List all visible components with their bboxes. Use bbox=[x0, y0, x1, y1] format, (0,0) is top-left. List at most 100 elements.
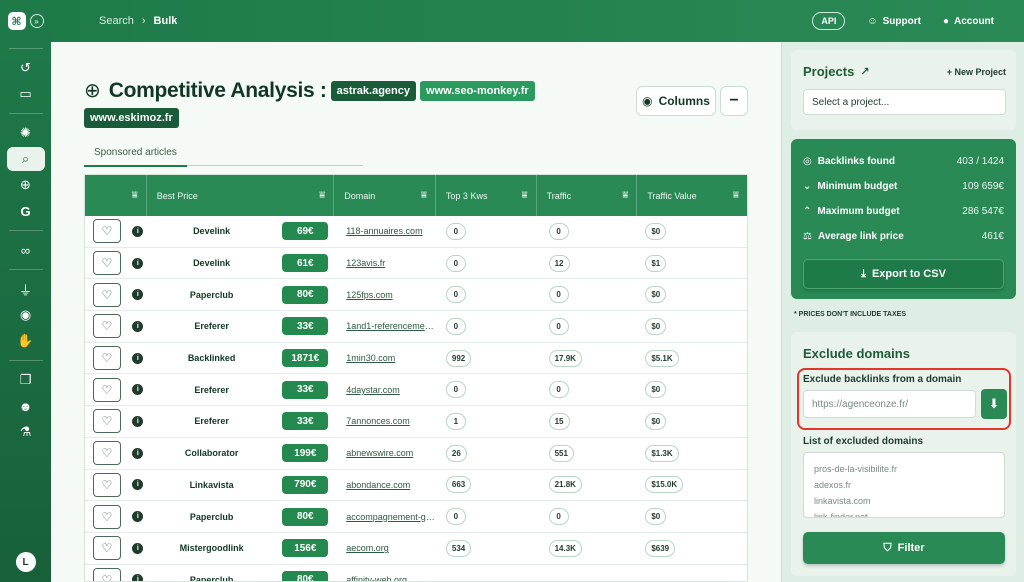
crosshair-icon[interactable]: ⊕ bbox=[7, 173, 45, 197]
heart-icon[interactable]: ♡ bbox=[92, 219, 121, 244]
info-icon[interactable]: i bbox=[132, 289, 144, 301]
info-cell: i bbox=[129, 289, 147, 301]
filter-icon[interactable]: ⩸ bbox=[132, 190, 138, 201]
copy-icon[interactable]: ❐ bbox=[7, 368, 45, 392]
heart-icon[interactable]: ♡ bbox=[92, 567, 121, 581]
new-project-button[interactable]: + New Project bbox=[947, 67, 1006, 77]
filter-icon[interactable]: ⩸ bbox=[733, 190, 739, 201]
plug-icon[interactable]: ⏚ bbox=[7, 277, 45, 301]
settings-icon[interactable]: ✺ bbox=[7, 121, 45, 145]
tab-sponsored-articles[interactable]: Sponsored articles bbox=[84, 142, 187, 167]
external-link-icon[interactable]: ↗ bbox=[860, 65, 869, 78]
domain-link[interactable]: 118-annuaires.com bbox=[334, 226, 436, 236]
domain-link[interactable]: 7annonces.com bbox=[334, 416, 436, 426]
domain-link[interactable]: 4daystar.com bbox=[334, 385, 436, 395]
breadcrumb-search[interactable]: Search bbox=[99, 15, 134, 27]
columns-button[interactable]: ◉ Columns bbox=[636, 86, 716, 116]
search-circle-icon: ◎ bbox=[803, 156, 812, 167]
domain-link[interactable]: abnewswire.com bbox=[334, 448, 436, 458]
stat-value: 461€ bbox=[981, 231, 1004, 242]
team-icon[interactable]: ☻ bbox=[7, 394, 45, 418]
price-badge[interactable]: 61€ bbox=[282, 254, 329, 273]
price-badge[interactable]: 69€ bbox=[282, 222, 329, 241]
price-badge[interactable]: 80€ bbox=[282, 507, 329, 526]
price-badge[interactable]: 1871€ bbox=[282, 349, 329, 368]
binoculars-icon[interactable]: ∞ bbox=[7, 238, 45, 262]
heart-icon[interactable]: ♡ bbox=[92, 472, 121, 497]
logo-icon[interactable]: ⌘ bbox=[7, 12, 26, 30]
heart-icon[interactable]: ♡ bbox=[92, 346, 121, 371]
folder-icon[interactable]: ▭ bbox=[7, 82, 45, 106]
traffic-value-pill: $0 bbox=[645, 381, 667, 399]
competitor-chip-1[interactable]: astrak.agency bbox=[330, 80, 417, 101]
price-badge[interactable]: 199€ bbox=[282, 444, 329, 463]
heart-icon[interactable]: ♡ bbox=[92, 504, 121, 529]
exclude-domain-input[interactable]: https://agenceonze.fr/ bbox=[803, 390, 976, 418]
history-icon[interactable]: ↺ bbox=[7, 56, 45, 80]
filter-button[interactable]: ⛉ Filter bbox=[803, 532, 1005, 564]
google-icon[interactable]: G bbox=[7, 199, 45, 223]
expand-sidebar-icon[interactable]: » bbox=[29, 14, 44, 28]
api-button[interactable]: API bbox=[812, 12, 846, 30]
price-badge[interactable]: 156€ bbox=[282, 539, 329, 558]
info-icon[interactable]: i bbox=[132, 447, 144, 459]
info-icon[interactable]: i bbox=[132, 415, 144, 427]
info-icon[interactable]: i bbox=[132, 574, 144, 581]
heart-icon[interactable]: ♡ bbox=[92, 251, 121, 276]
project-select[interactable]: Select a project... bbox=[803, 89, 1006, 115]
price-cell: 1871€ bbox=[276, 349, 334, 368]
stat-label: Maximum budget bbox=[817, 206, 900, 217]
heart-icon[interactable]: ♡ bbox=[92, 377, 121, 402]
info-icon[interactable]: i bbox=[132, 225, 144, 237]
heart-icon[interactable]: ♡ bbox=[92, 282, 121, 307]
stat-value: 403 / 1424 bbox=[956, 156, 1004, 167]
price-badge[interactable]: 33€ bbox=[282, 412, 329, 431]
user-avatar[interactable]: L bbox=[15, 552, 36, 572]
domain-link[interactable]: 1min30.com bbox=[334, 353, 436, 363]
filter-icon[interactable]: ⩸ bbox=[522, 190, 528, 201]
info-icon[interactable]: i bbox=[132, 511, 144, 523]
search-icon[interactable]: ⌕ bbox=[6, 147, 45, 171]
price-badge[interactable]: 80€ bbox=[282, 570, 329, 581]
domain-link[interactable]: affinity-web.org bbox=[334, 575, 436, 581]
domain-link[interactable]: abondance.com bbox=[334, 480, 436, 490]
account-link[interactable]: ● Account bbox=[943, 16, 994, 27]
info-icon[interactable]: i bbox=[132, 257, 144, 269]
domain-link[interactable]: 123avis.fr bbox=[334, 258, 436, 268]
domain-link[interactable]: 125fps.com bbox=[334, 290, 436, 300]
competitor-chip-2[interactable]: www.seo-monkey.fr bbox=[420, 80, 535, 101]
provider-name: Paperclub bbox=[189, 289, 234, 300]
info-icon[interactable]: i bbox=[132, 320, 144, 332]
add-exclusion-button[interactable]: ⬇ bbox=[981, 389, 1007, 419]
domain-link[interactable]: aecom.org bbox=[334, 543, 436, 553]
filter-icon[interactable]: ⩸ bbox=[319, 190, 325, 201]
favorite-cell: ♡ bbox=[85, 314, 129, 339]
info-icon[interactable]: i bbox=[132, 542, 144, 554]
domain-link[interactable]: accompagnement-globa... bbox=[334, 512, 436, 522]
info-icon[interactable]: i bbox=[132, 479, 144, 491]
price-badge[interactable]: 33€ bbox=[282, 380, 329, 399]
price-badge[interactable]: 790€ bbox=[282, 475, 329, 494]
flask-icon[interactable]: ⚗ bbox=[7, 420, 45, 444]
heart-icon[interactable]: ♡ bbox=[92, 409, 121, 434]
info-icon[interactable]: i bbox=[132, 384, 144, 396]
info-cell: i bbox=[129, 479, 147, 491]
filter-icon[interactable]: ⩸ bbox=[421, 190, 427, 201]
support-link[interactable]: ☺ Support bbox=[867, 16, 921, 27]
price-badge[interactable]: 80€ bbox=[282, 285, 329, 304]
hand-icon[interactable]: ✋ bbox=[7, 329, 45, 353]
heart-icon[interactable]: ♡ bbox=[92, 536, 121, 561]
info-cell: i bbox=[129, 447, 147, 459]
competitor-chip-3[interactable]: www.eskimoz.fr bbox=[84, 108, 179, 128]
heart-icon[interactable]: ♡ bbox=[92, 314, 121, 339]
info-icon[interactable]: i bbox=[132, 352, 144, 364]
heart-icon[interactable]: ♡ bbox=[92, 441, 121, 466]
price-badge[interactable]: 33€ bbox=[282, 317, 329, 336]
filter-icon[interactable]: ⩸ bbox=[622, 190, 628, 201]
export-csv-button[interactable]: ⤓ Export to CSV bbox=[803, 259, 1004, 289]
chrome-icon[interactable]: ◉ bbox=[7, 303, 45, 327]
collapse-button[interactable]: − bbox=[720, 86, 748, 116]
traffic-value-pill: $639 bbox=[645, 539, 676, 557]
domain-link[interactable]: 1and1-referencement.fr bbox=[334, 321, 436, 331]
excluded-domains-textarea[interactable]: pros-de-la-visibilite.fr adexos.fr linka… bbox=[803, 452, 1005, 518]
